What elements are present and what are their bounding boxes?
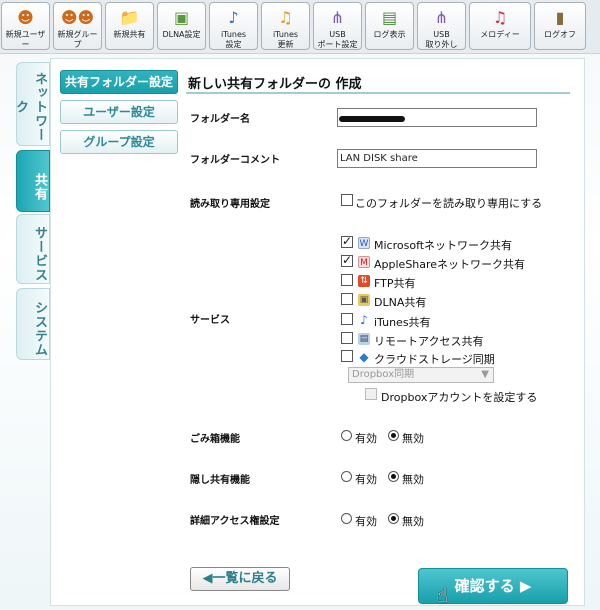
trash-enable-radio[interactable]: [341, 430, 352, 441]
itunes-share-label: iTunes共有: [374, 316, 431, 329]
chevron-down-icon: ▼: [481, 369, 489, 380]
new-group-button[interactable]: ☻☻ 新規グループ: [53, 2, 102, 50]
logoff-icon: ▮: [555, 8, 565, 27]
title-divider: [186, 92, 570, 94]
itunes-refresh-icon: ♫: [278, 8, 293, 27]
access-enable-label: 有効: [355, 515, 377, 528]
menu-user-settings[interactable]: ユーザー設定: [60, 100, 178, 124]
microsoft-share-label: Microsoftネットワーク共有: [374, 239, 513, 252]
appleshare-checkbox[interactable]: [341, 253, 353, 267]
itunes-settings-button[interactable]: ♪ iTunes 設定: [209, 2, 258, 50]
trash-disable-radio[interactable]: [388, 430, 399, 441]
remote-access-checkbox[interactable]: [341, 332, 353, 344]
access-enable-radio[interactable]: [341, 513, 352, 524]
readonly-checkbox[interactable]: [341, 194, 353, 206]
chevron-left-icon: ◀: [202, 571, 213, 586]
itunes-icon: ♪: [360, 313, 368, 327]
folder-comment-label: フォルダーコメント: [190, 155, 280, 166]
hidden-disable-label: 無効: [402, 473, 424, 486]
menu-shared-folder-settings[interactable]: 共有フォルダー設定: [60, 70, 178, 94]
folder-name-label: フォルダー名: [190, 114, 250, 125]
new-user-button[interactable]: ☻ 新規ユーザー: [1, 2, 50, 50]
dlna-folder-icon: ▣: [358, 294, 370, 306]
tab-service[interactable]: サービス: [16, 214, 50, 284]
usb-eject-icon: ⋔: [434, 8, 449, 27]
chevron-right-icon: ▶: [519, 577, 532, 595]
hidden-disable-radio[interactable]: [388, 471, 399, 482]
usb-port-settings-button[interactable]: ⋔ USB ポート設定: [313, 2, 362, 50]
access-label: 詳細アクセス権設定: [190, 516, 280, 527]
readonly-label: 読み取り専用設定: [190, 199, 270, 210]
microsoft-share-checkbox[interactable]: [341, 234, 353, 248]
cloud-sync-checkbox[interactable]: [341, 350, 353, 362]
new-share-button[interactable]: 📁 新規共有: [105, 2, 154, 50]
dropbox-account-label: Dropboxアカウントを設定する: [381, 391, 538, 404]
trash-disable-label: 無効: [402, 432, 424, 445]
redacted-folder-name: [339, 116, 405, 122]
itunes-note-icon: ♪: [228, 8, 239, 27]
remote-access-label: リモートアクセス共有: [374, 335, 484, 348]
dlna-icon: ▣: [173, 8, 190, 27]
trash-label: ごみ箱機能: [190, 434, 240, 445]
usb-icon: ⋔: [330, 8, 345, 27]
remote-access-icon: ▤: [358, 333, 370, 345]
dlna-settings-button[interactable]: ▣ DLNA設定: [157, 2, 206, 50]
hidden-enable-label: 有効: [355, 473, 377, 486]
cloud-service-select[interactable]: Dropbox同期 ▼: [348, 367, 494, 383]
page-title: 新しい共有フォルダーの 作成: [188, 77, 362, 92]
appleshare-label: AppleShareネットワーク共有: [374, 258, 526, 271]
hidden-share-label: 隠し共有機能: [190, 475, 250, 486]
log-icon: ▤: [381, 8, 398, 27]
access-disable-label: 無効: [402, 515, 424, 528]
ftp-share-checkbox[interactable]: [341, 274, 353, 286]
windows-icon: W: [358, 237, 370, 249]
back-to-list-button[interactable]: ◀一覧に戻る: [190, 567, 290, 591]
toolbar: ☻ 新規ユーザー ☻☻ 新規グループ 📁 新規共有 ▣ DLNA設定 ♪ iTu…: [0, 0, 600, 54]
itunes-share-checkbox[interactable]: [341, 313, 353, 325]
itunes-update-button[interactable]: ♫ iTunes 更新: [261, 2, 310, 50]
melody-icon: ♫: [492, 8, 508, 27]
hand-cursor-icon: ☝: [436, 583, 449, 607]
group-icon: ☻☻: [60, 8, 95, 27]
trash-enable-label: 有効: [355, 432, 377, 445]
log-view-button[interactable]: ▤ ログ表示: [365, 2, 414, 50]
cloud-sync-label: クラウドストレージ同期: [374, 353, 495, 366]
access-disable-radio[interactable]: [388, 513, 399, 524]
melody-button[interactable]: ♫ メロディー: [469, 2, 531, 50]
tab-system[interactable]: システム: [16, 288, 50, 360]
cloud-storage-icon: ◆: [359, 350, 369, 364]
folder-icon: 📁: [119, 8, 140, 27]
menu-group-settings[interactable]: グループ設定: [60, 130, 178, 154]
apple-icon: M: [358, 256, 370, 268]
usb-remove-button[interactable]: ⋔ USB 取り外し: [417, 2, 466, 50]
dropbox-account-checkbox[interactable]: [365, 388, 377, 400]
logoff-button[interactable]: ▮ ログオフ: [534, 2, 586, 50]
service-label: サービス: [190, 315, 230, 326]
tab-network[interactable]: ネットワーク: [13, 62, 50, 146]
ftp-icon: ⇅: [358, 275, 370, 287]
users-icon: ☻: [17, 8, 34, 27]
readonly-option-label: このフォルダーを読み取り専用にする: [355, 197, 543, 210]
dlna-share-label: DLNA共有: [374, 296, 427, 309]
ftp-share-label: FTP共有: [374, 277, 416, 290]
folder-comment-field[interactable]: LAN DISK share: [337, 149, 537, 168]
dlna-share-checkbox[interactable]: [341, 293, 353, 305]
tab-share[interactable]: 共有: [16, 150, 50, 212]
hidden-enable-radio[interactable]: [341, 471, 352, 482]
